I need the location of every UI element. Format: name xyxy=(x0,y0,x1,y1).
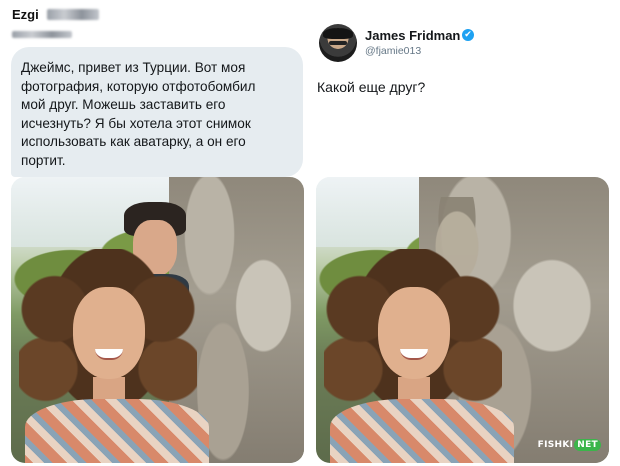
james-avatar[interactable] xyxy=(319,24,357,62)
watermark-suffix: NET xyxy=(574,439,601,451)
request-author-name[interactable]: Ezgi xyxy=(12,7,39,22)
reply-author-handle[interactable]: @fjamie013 xyxy=(365,45,421,57)
request-message-text: Джеймс, привет из Турции. Вот моя фотогр… xyxy=(21,60,256,168)
request-message-bubble: Джеймс, привет из Турции. Вот моя фотогр… xyxy=(11,47,303,177)
blurred-handle xyxy=(12,26,72,39)
blurred-handle-block xyxy=(12,31,72,39)
woman-subject xyxy=(324,249,514,463)
blurred-surname xyxy=(47,9,100,21)
request-tweet: Ezgi Джеймс, привет из Турции. Вот моя ф… xyxy=(0,0,310,466)
tweet-screenshot: Ezgi Джеймс, привет из Турции. Вот моя ф… xyxy=(0,0,620,466)
reply-message-text: Какой еще друг? xyxy=(317,79,426,95)
edited-photo[interactable]: FISHKI NET xyxy=(316,177,609,463)
watermark-brand: FISHKI xyxy=(537,440,574,450)
woman-subject xyxy=(19,249,209,463)
fishki-watermark: FISHKI NET xyxy=(538,439,601,451)
verified-badge-icon: ✔ xyxy=(462,29,474,41)
original-photo[interactable] xyxy=(11,177,304,463)
reply-author-name[interactable]: James Fridman xyxy=(365,28,460,43)
request-author-row: Ezgi xyxy=(12,6,100,24)
